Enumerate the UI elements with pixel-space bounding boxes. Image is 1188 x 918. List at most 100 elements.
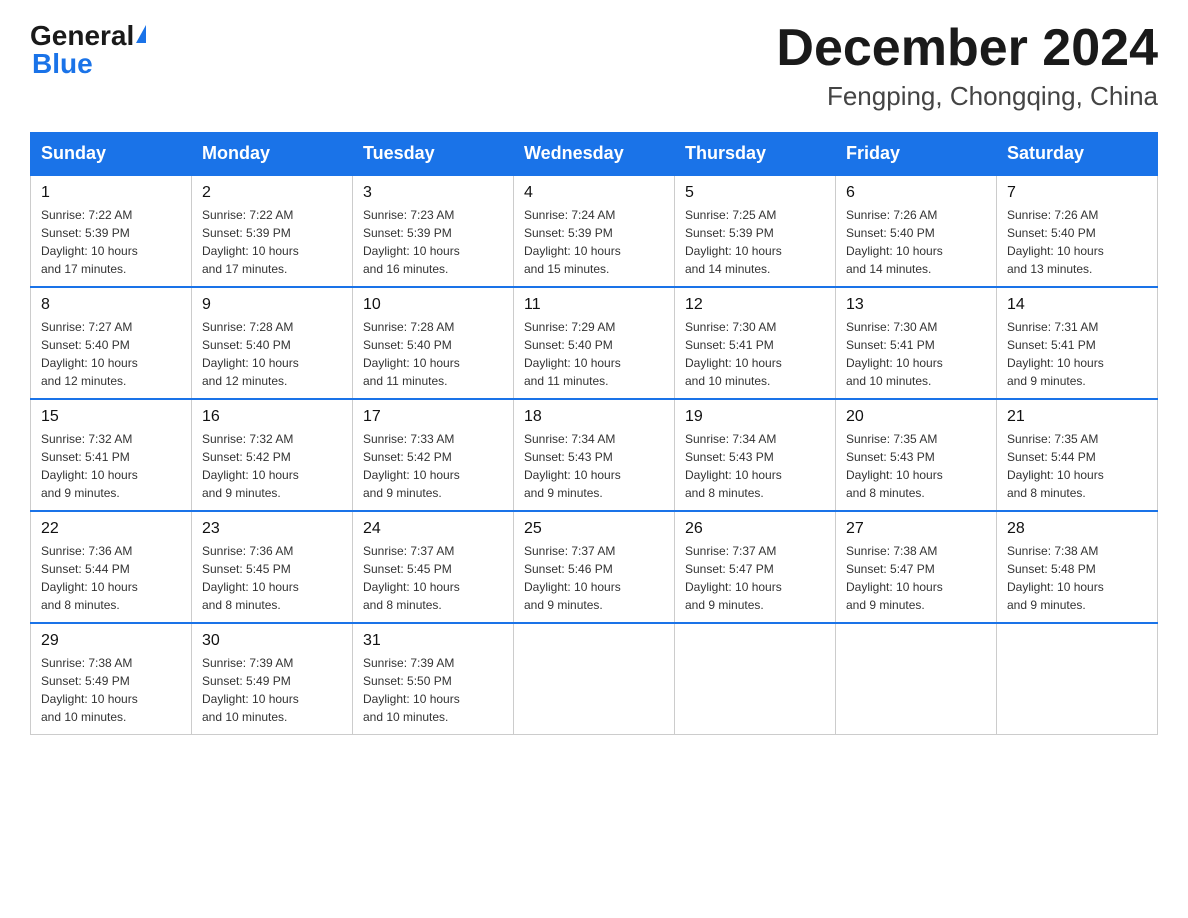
day-info: Sunrise: 7:39 AMSunset: 5:49 PMDaylight:… bbox=[202, 656, 299, 724]
calendar-cell: 23 Sunrise: 7:36 AMSunset: 5:45 PMDaylig… bbox=[192, 511, 353, 623]
day-number: 27 bbox=[846, 520, 986, 538]
day-number: 10 bbox=[363, 296, 503, 314]
day-number: 2 bbox=[202, 184, 342, 202]
week-row-2: 8 Sunrise: 7:27 AMSunset: 5:40 PMDayligh… bbox=[31, 287, 1158, 399]
calendar-cell: 26 Sunrise: 7:37 AMSunset: 5:47 PMDaylig… bbox=[675, 511, 836, 623]
day-number: 18 bbox=[524, 408, 664, 426]
day-number: 24 bbox=[363, 520, 503, 538]
day-info: Sunrise: 7:28 AMSunset: 5:40 PMDaylight:… bbox=[363, 320, 460, 388]
calendar-cell: 2 Sunrise: 7:22 AMSunset: 5:39 PMDayligh… bbox=[192, 175, 353, 287]
calendar-cell: 6 Sunrise: 7:26 AMSunset: 5:40 PMDayligh… bbox=[836, 175, 997, 287]
calendar-cell: 30 Sunrise: 7:39 AMSunset: 5:49 PMDaylig… bbox=[192, 623, 353, 735]
day-info: Sunrise: 7:39 AMSunset: 5:50 PMDaylight:… bbox=[363, 656, 460, 724]
week-row-4: 22 Sunrise: 7:36 AMSunset: 5:44 PMDaylig… bbox=[31, 511, 1158, 623]
calendar-cell: 8 Sunrise: 7:27 AMSunset: 5:40 PMDayligh… bbox=[31, 287, 192, 399]
day-number: 11 bbox=[524, 296, 664, 314]
day-info: Sunrise: 7:33 AMSunset: 5:42 PMDaylight:… bbox=[363, 432, 460, 500]
day-info: Sunrise: 7:24 AMSunset: 5:39 PMDaylight:… bbox=[524, 208, 621, 276]
calendar-cell: 27 Sunrise: 7:38 AMSunset: 5:47 PMDaylig… bbox=[836, 511, 997, 623]
calendar-cell bbox=[997, 623, 1158, 735]
month-title: December 2024 bbox=[776, 20, 1158, 77]
day-number: 3 bbox=[363, 184, 503, 202]
logo-blue-text: Blue bbox=[32, 48, 93, 80]
day-header-monday: Monday bbox=[192, 133, 353, 176]
calendar-cell: 24 Sunrise: 7:37 AMSunset: 5:45 PMDaylig… bbox=[353, 511, 514, 623]
day-info: Sunrise: 7:35 AMSunset: 5:43 PMDaylight:… bbox=[846, 432, 943, 500]
day-number: 4 bbox=[524, 184, 664, 202]
logo-triangle-icon bbox=[134, 25, 146, 45]
day-number: 31 bbox=[363, 632, 503, 650]
week-row-1: 1 Sunrise: 7:22 AMSunset: 5:39 PMDayligh… bbox=[31, 175, 1158, 287]
day-number: 15 bbox=[41, 408, 181, 426]
day-number: 26 bbox=[685, 520, 825, 538]
day-info: Sunrise: 7:27 AMSunset: 5:40 PMDaylight:… bbox=[41, 320, 138, 388]
calendar-cell: 5 Sunrise: 7:25 AMSunset: 5:39 PMDayligh… bbox=[675, 175, 836, 287]
day-number: 5 bbox=[685, 184, 825, 202]
day-info: Sunrise: 7:23 AMSunset: 5:39 PMDaylight:… bbox=[363, 208, 460, 276]
calendar-cell bbox=[514, 623, 675, 735]
day-info: Sunrise: 7:26 AMSunset: 5:40 PMDaylight:… bbox=[1007, 208, 1104, 276]
calendar-cell: 12 Sunrise: 7:30 AMSunset: 5:41 PMDaylig… bbox=[675, 287, 836, 399]
day-info: Sunrise: 7:31 AMSunset: 5:41 PMDaylight:… bbox=[1007, 320, 1104, 388]
calendar-cell: 13 Sunrise: 7:30 AMSunset: 5:41 PMDaylig… bbox=[836, 287, 997, 399]
day-number: 20 bbox=[846, 408, 986, 426]
calendar-table: SundayMondayTuesdayWednesdayThursdayFrid… bbox=[30, 132, 1158, 735]
calendar-cell: 21 Sunrise: 7:35 AMSunset: 5:44 PMDaylig… bbox=[997, 399, 1158, 511]
day-number: 25 bbox=[524, 520, 664, 538]
day-header-sunday: Sunday bbox=[31, 133, 192, 176]
day-info: Sunrise: 7:37 AMSunset: 5:45 PMDaylight:… bbox=[363, 544, 460, 612]
day-header-thursday: Thursday bbox=[675, 133, 836, 176]
day-info: Sunrise: 7:26 AMSunset: 5:40 PMDaylight:… bbox=[846, 208, 943, 276]
calendar-cell: 31 Sunrise: 7:39 AMSunset: 5:50 PMDaylig… bbox=[353, 623, 514, 735]
calendar-cell: 20 Sunrise: 7:35 AMSunset: 5:43 PMDaylig… bbox=[836, 399, 997, 511]
day-header-row: SundayMondayTuesdayWednesdayThursdayFrid… bbox=[31, 133, 1158, 176]
calendar-cell bbox=[836, 623, 997, 735]
day-number: 16 bbox=[202, 408, 342, 426]
day-info: Sunrise: 7:22 AMSunset: 5:39 PMDaylight:… bbox=[41, 208, 138, 276]
calendar-cell: 29 Sunrise: 7:38 AMSunset: 5:49 PMDaylig… bbox=[31, 623, 192, 735]
day-number: 13 bbox=[846, 296, 986, 314]
calendar-cell: 22 Sunrise: 7:36 AMSunset: 5:44 PMDaylig… bbox=[31, 511, 192, 623]
day-header-friday: Friday bbox=[836, 133, 997, 176]
day-number: 12 bbox=[685, 296, 825, 314]
day-number: 17 bbox=[363, 408, 503, 426]
calendar-cell: 17 Sunrise: 7:33 AMSunset: 5:42 PMDaylig… bbox=[353, 399, 514, 511]
day-info: Sunrise: 7:38 AMSunset: 5:48 PMDaylight:… bbox=[1007, 544, 1104, 612]
calendar-cell: 15 Sunrise: 7:32 AMSunset: 5:41 PMDaylig… bbox=[31, 399, 192, 511]
day-number: 21 bbox=[1007, 408, 1147, 426]
day-number: 23 bbox=[202, 520, 342, 538]
day-info: Sunrise: 7:38 AMSunset: 5:49 PMDaylight:… bbox=[41, 656, 138, 724]
day-number: 7 bbox=[1007, 184, 1147, 202]
day-info: Sunrise: 7:35 AMSunset: 5:44 PMDaylight:… bbox=[1007, 432, 1104, 500]
calendar-cell: 10 Sunrise: 7:28 AMSunset: 5:40 PMDaylig… bbox=[353, 287, 514, 399]
calendar-cell: 19 Sunrise: 7:34 AMSunset: 5:43 PMDaylig… bbox=[675, 399, 836, 511]
day-header-saturday: Saturday bbox=[997, 133, 1158, 176]
day-number: 8 bbox=[41, 296, 181, 314]
logo: General Blue bbox=[30, 20, 146, 80]
day-number: 28 bbox=[1007, 520, 1147, 538]
day-number: 19 bbox=[685, 408, 825, 426]
week-row-3: 15 Sunrise: 7:32 AMSunset: 5:41 PMDaylig… bbox=[31, 399, 1158, 511]
calendar-cell: 3 Sunrise: 7:23 AMSunset: 5:39 PMDayligh… bbox=[353, 175, 514, 287]
day-number: 30 bbox=[202, 632, 342, 650]
day-header-tuesday: Tuesday bbox=[353, 133, 514, 176]
day-info: Sunrise: 7:32 AMSunset: 5:41 PMDaylight:… bbox=[41, 432, 138, 500]
day-info: Sunrise: 7:30 AMSunset: 5:41 PMDaylight:… bbox=[846, 320, 943, 388]
day-number: 9 bbox=[202, 296, 342, 314]
calendar-cell: 14 Sunrise: 7:31 AMSunset: 5:41 PMDaylig… bbox=[997, 287, 1158, 399]
calendar-cell bbox=[675, 623, 836, 735]
calendar-title-area: December 2024 Fengping, Chongqing, China bbox=[776, 20, 1158, 112]
calendar-cell: 16 Sunrise: 7:32 AMSunset: 5:42 PMDaylig… bbox=[192, 399, 353, 511]
calendar-cell: 18 Sunrise: 7:34 AMSunset: 5:43 PMDaylig… bbox=[514, 399, 675, 511]
calendar-cell: 1 Sunrise: 7:22 AMSunset: 5:39 PMDayligh… bbox=[31, 175, 192, 287]
day-info: Sunrise: 7:37 AMSunset: 5:46 PMDaylight:… bbox=[524, 544, 621, 612]
day-info: Sunrise: 7:36 AMSunset: 5:45 PMDaylight:… bbox=[202, 544, 299, 612]
calendar-cell: 4 Sunrise: 7:24 AMSunset: 5:39 PMDayligh… bbox=[514, 175, 675, 287]
day-info: Sunrise: 7:30 AMSunset: 5:41 PMDaylight:… bbox=[685, 320, 782, 388]
week-row-5: 29 Sunrise: 7:38 AMSunset: 5:49 PMDaylig… bbox=[31, 623, 1158, 735]
day-info: Sunrise: 7:29 AMSunset: 5:40 PMDaylight:… bbox=[524, 320, 621, 388]
day-info: Sunrise: 7:22 AMSunset: 5:39 PMDaylight:… bbox=[202, 208, 299, 276]
day-info: Sunrise: 7:34 AMSunset: 5:43 PMDaylight:… bbox=[685, 432, 782, 500]
calendar-cell: 9 Sunrise: 7:28 AMSunset: 5:40 PMDayligh… bbox=[192, 287, 353, 399]
day-number: 14 bbox=[1007, 296, 1147, 314]
